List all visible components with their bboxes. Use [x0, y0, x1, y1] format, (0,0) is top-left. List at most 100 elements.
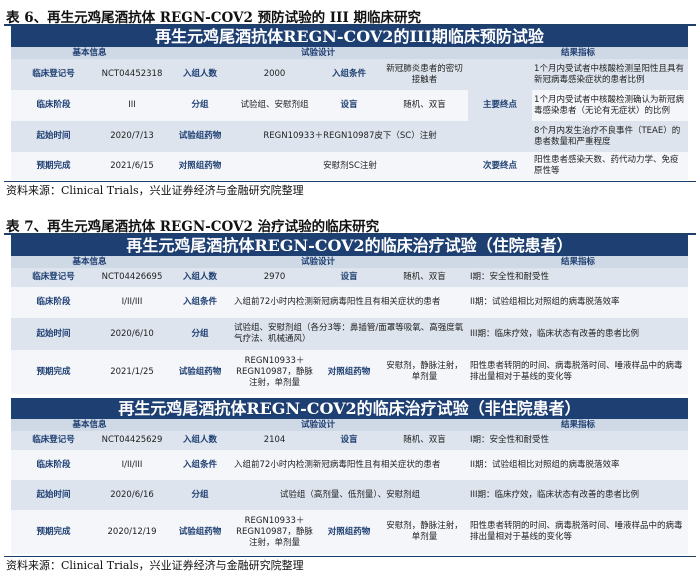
table-row: 临床阶段 I/II/III 入组条件 入组前72小时内检测新冠病毒阳性且有相关症… — [11, 287, 689, 318]
row-label: 起始时间 — [11, 318, 96, 350]
row-value: 阳性患者感染天数、药代动力学、免疫原性等 — [532, 152, 689, 180]
row-label: 预期完成 — [11, 510, 96, 554]
row-value: 1个月内受试者中核酸检测确认为新冠病毒感染患者（无论有无症状）的比例 — [532, 90, 689, 121]
row-label: 设盲 — [317, 268, 382, 287]
row-label: 临床登记号 — [11, 268, 96, 287]
row-value: 1个月内受试者中核酸检测呈阳性且具有新冠病毒感染症状的患者比例 — [532, 59, 689, 90]
row-label: 入组条件 — [317, 59, 382, 90]
row-label: 临床登记号 — [11, 431, 96, 450]
row-value: 2000 — [232, 59, 318, 90]
header-trial-design: 试验设计 — [168, 419, 469, 431]
header-endpoints: 结果指标 — [468, 47, 689, 59]
row-label: 试验组药物 — [168, 121, 233, 152]
row-value: III期：临床疗效，临床状态有改善的患者比例 — [468, 318, 689, 350]
row-value: 随机、双盲 — [381, 90, 469, 121]
table6: 基本信息 试验设计 结果指标 临床登记号 NCT04452318 入组人数 20… — [11, 47, 689, 180]
row-label: 对照组药物 — [317, 510, 382, 554]
row-value: I期：安全性和耐受性 — [468, 268, 689, 287]
row-label: 入组人数 — [168, 59, 233, 90]
header-trial-design: 试验设计 — [168, 47, 469, 59]
row-value: 新冠肺炎患者的密切接触者 — [381, 59, 469, 90]
table-row: 临床登记号 NCT04452318 入组人数 2000 入组条件 新冠肺炎患者的… — [11, 59, 689, 152]
table7-outpatient-banner: 再生元鸡尾酒抗体REGN-COV2的临床治疗试验（非住院患者） — [11, 398, 688, 419]
row-label: 分组 — [168, 90, 233, 121]
row-value: I期：安全性和耐受性 — [468, 431, 689, 450]
row-value: 试验组（高剂量、低剂量）、安慰剂组 — [232, 480, 469, 510]
row-value: 2970 — [232, 268, 318, 287]
table-row: 临床阶段 I/II/III 入组条件 入组前72小时内检测新冠病毒阳性且有相关症… — [11, 450, 689, 480]
header-endpoints: 结果指标 — [468, 419, 689, 431]
row-label: 预期完成 — [11, 152, 96, 180]
row-label: 入组条件 — [168, 450, 233, 480]
row-label: 起始时间 — [11, 480, 96, 510]
row-value: III期：临床疗效，临床状态有改善的患者比例 — [468, 480, 689, 510]
row-value: 2020/12/19 — [96, 510, 169, 554]
row-value: 2104 — [232, 431, 318, 450]
row-value: 2020/7/13 — [96, 121, 169, 152]
row-value: 8个月内发生治疗不良事件（TEAE）的患者数量和严重程度 — [532, 121, 689, 152]
row-label: 临床登记号 — [11, 59, 96, 90]
table-row: 起始时间 2020/6/10 分组 试验组、安慰剂组（各分3等：鼻插管/面罩等吸… — [11, 318, 689, 350]
table-row: 临床登记号 NCT04426695 入组人数 2970 设盲 随机、双盲 I期：… — [11, 268, 689, 287]
row-label: 对照组药物 — [168, 152, 233, 180]
table7-inpatient-banner: 再生元鸡尾酒抗体REGN-COV2的临床治疗试验（住院患者） — [11, 235, 688, 256]
row-label: 设盲 — [317, 90, 382, 121]
row-label: 对照组药物 — [317, 350, 382, 394]
row-value: 入组前72小时内检测新冠病毒阳性且有相关症状的患者 — [232, 287, 469, 318]
row-value: REGN10933＋REGN10987皮下（SC）注射 — [232, 121, 469, 152]
table-row: 预期完成 2021/1/25 试验组药物 REGN10933＋REGN10987… — [11, 350, 689, 394]
row-label: 起始时间 — [11, 121, 96, 152]
table6-header-row: 基本信息 试验设计 结果指标 — [11, 47, 689, 59]
table-row: 预期完成 2020/12/19 试验组药物 REGN10933＋REGN1098… — [11, 510, 689, 554]
row-label: 临床阶段 — [11, 287, 96, 318]
header-endpoints: 结果指标 — [468, 256, 689, 268]
table6-title: 表 6、再生元鸡尾酒抗体 REGN-COV2 预防试验的 III 期临床研究 — [6, 10, 421, 26]
table7-outpatient-header-row: 基本信息 试验设计 结果指标 — [11, 419, 689, 431]
row-value: 安慰剂，静脉注射，单剂量 — [381, 510, 469, 554]
row-value: REGN10933＋REGN10987，静脉注射，单剂量 — [232, 350, 318, 394]
header-basic-info: 基本信息 — [11, 47, 169, 59]
row-value: 安慰剂，静脉注射，单剂量 — [381, 350, 469, 394]
row-value: 试验组、安慰剂组 — [232, 90, 318, 121]
header-basic-info: 基本信息 — [11, 419, 169, 431]
header-basic-info: 基本信息 — [11, 256, 169, 268]
row-label: 试验组药物 — [168, 350, 233, 394]
row-label: 预期完成 — [11, 350, 96, 394]
table7-source: 资料来源：Clinical Trials，兴业证券经济与金融研究院整理 — [6, 559, 304, 572]
row-label: 设盲 — [317, 431, 382, 450]
table6-banner: 再生元鸡尾酒抗体REGN-COV2的III期临床预防试验 — [11, 26, 688, 47]
row-value: I/II/III — [96, 287, 169, 318]
row-value: 阳性患者转阴的时间、病毒脱落时间、唾液样品中的病毒排出量相对于基线的变化等 — [468, 510, 689, 554]
row-value: 随机、双盲 — [381, 268, 469, 287]
document-page: 表 6、再生元鸡尾酒抗体 REGN-COV2 预防试验的 III 期临床研究 再… — [0, 0, 700, 576]
row-label: 分组 — [168, 318, 233, 350]
row-value: III — [96, 90, 169, 121]
row-value: II期：试验组相比对照组的病毒脱落效率 — [468, 287, 689, 318]
table-row: 起始时间 2020/6/16 分组 试验组（高剂量、低剂量）、安慰剂组 III期… — [11, 480, 689, 510]
row-value: REGN10933＋REGN10987，静脉注射，单剂量 — [232, 510, 318, 554]
row-value: II期：试验组相比对照组的病毒脱落效率 — [468, 450, 689, 480]
row-value: NCT04452318 — [96, 59, 169, 90]
header-trial-design: 试验设计 — [168, 256, 469, 268]
row-label: 试验组药物 — [168, 510, 233, 554]
row-value: 入组前72小时内检测新冠病毒阳性且有相关症状的患者 — [232, 450, 469, 480]
row-value: 随机、双盲 — [381, 431, 469, 450]
table6-source: 资料来源：Clinical Trials，兴业证券经济与金融研究院整理 — [6, 184, 304, 197]
table-row: 临床阶段 III 分组 试验组、安慰剂组 设盲 随机、双盲 1个月内受试者中核酸… — [11, 90, 689, 121]
row-value: 试验组、安慰剂组（各分3等：鼻插管/面罩等吸氧、高强度氧气疗法、机械通风） — [232, 318, 469, 350]
row-value: NCT04425629 — [96, 431, 169, 450]
table7-inpatient: 基本信息 试验设计 结果指标 临床登记号 NCT04426695 入组人数 29… — [11, 256, 689, 394]
table-row: 预期完成 2021/6/15 对照组药物 安慰剂SC注射 次要终点 阳性患者感染… — [11, 152, 689, 180]
table7-outpatient: 基本信息 试验设计 结果指标 临床登记号 NCT04425629 入组人数 21… — [11, 419, 689, 554]
table-row: 起始时间 2020/7/13 试验组药物 REGN10933＋REGN10987… — [11, 121, 689, 152]
row-label: 分组 — [168, 480, 233, 510]
row-label: 临床阶段 — [11, 450, 96, 480]
row-value: 2020/6/16 — [96, 480, 169, 510]
row-value: 2021/1/25 — [96, 350, 169, 394]
row-label: 入组人数 — [168, 431, 233, 450]
row-value: 安慰剂SC注射 — [232, 152, 469, 180]
table7-inpatient-header-row: 基本信息 试验设计 结果指标 — [11, 256, 689, 268]
row-value: 阳性患者转阴的时间、病毒脱落时间、唾液样品中的病毒排出量相对于基线的变化等 — [468, 350, 689, 394]
primary-endpoint-label: 主要终点 — [468, 59, 533, 152]
row-label: 入组条件 — [168, 287, 233, 318]
